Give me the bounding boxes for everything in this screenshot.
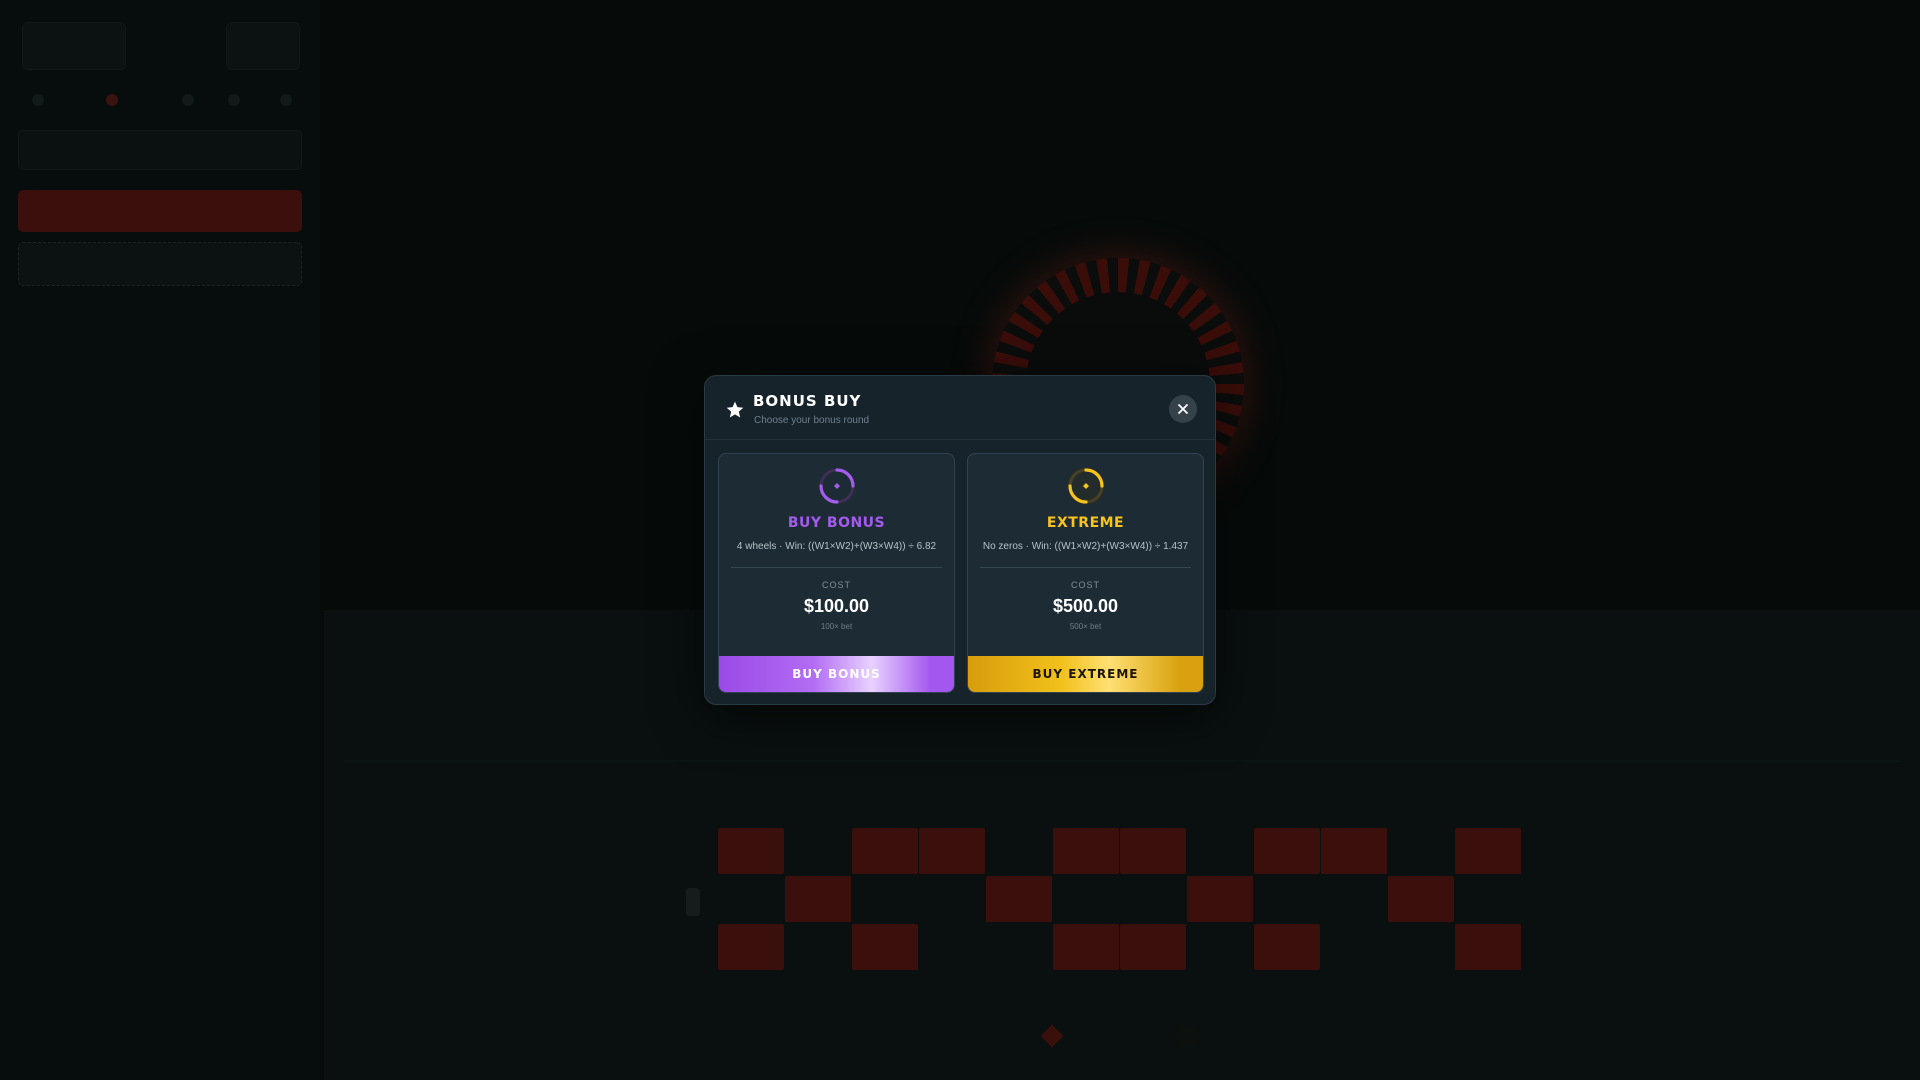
- board-cell: [1187, 924, 1253, 970]
- cost-value: $500.00: [1052, 596, 1119, 616]
- cost-multiplier: 100× bet: [820, 622, 853, 631]
- divider: [344, 760, 1900, 762]
- bonus-buy-button: [18, 190, 302, 232]
- cost-value: $100.00: [803, 596, 870, 616]
- balance-box: [22, 22, 126, 70]
- cost-multiplier: 500× bet: [1069, 622, 1102, 631]
- board-cell: [1321, 828, 1387, 874]
- card-title: BUY BONUS: [787, 515, 886, 531]
- board-cell: [1120, 876, 1186, 922]
- chip-row: [22, 90, 302, 110]
- board-cell: [1455, 876, 1521, 922]
- board-cell: [1455, 924, 1521, 970]
- board-cell: [785, 924, 851, 970]
- board-cell: [1120, 924, 1186, 970]
- board-cell: [852, 876, 918, 922]
- board-cell: [852, 924, 918, 970]
- chip: [280, 94, 292, 106]
- spin-button: [18, 130, 302, 170]
- zero-cell: [686, 888, 700, 916]
- black-bet-circle: [1176, 1026, 1198, 1048]
- board-cell: [986, 828, 1052, 874]
- board-cell: [1053, 828, 1119, 874]
- modal-header: BONUS BUY Choose your bonus round: [705, 376, 1215, 440]
- board-cell: [919, 876, 985, 922]
- cost-label: COST: [1070, 580, 1100, 590]
- close-button[interactable]: [1169, 395, 1197, 423]
- control-panel: [0, 0, 320, 1080]
- modal-subtitle: Choose your bonus round: [754, 415, 870, 426]
- buy-extreme-button[interactable]: BUY EXTREME: [968, 656, 1203, 692]
- buy-bonus-card: BUY BONUS 4 wheels · Win: ((W1×W2)+(W3×W…: [718, 453, 955, 693]
- spinner-ring-icon: [819, 468, 855, 504]
- close-icon: [1178, 404, 1188, 414]
- card-description: No zeros · Win: ((W1×W2)+(W3×W4)) ÷ 1.43…: [982, 541, 1189, 552]
- board-cell: [785, 828, 851, 874]
- autoplay-button: [18, 242, 302, 286]
- chip: [106, 94, 118, 106]
- chip: [182, 94, 194, 106]
- board-cell: [1254, 924, 1320, 970]
- board-cell: [1388, 876, 1454, 922]
- board-cell: [1388, 924, 1454, 970]
- board-cell: [1321, 924, 1387, 970]
- board-cell: [785, 876, 851, 922]
- board-cell: [919, 924, 985, 970]
- modal-title: BONUS BUY: [753, 392, 862, 410]
- card-description: 4 wheels · Win: ((W1×W2)+(W3×W4)) ÷ 6.82: [736, 541, 937, 552]
- chip: [32, 94, 44, 106]
- divider: [731, 567, 942, 568]
- cost-label: COST: [821, 580, 851, 590]
- board-cell: [1254, 828, 1320, 874]
- star-icon: [726, 401, 744, 418]
- board-cell: [1053, 924, 1119, 970]
- board-cell: [986, 924, 1052, 970]
- board-cell: [1053, 876, 1119, 922]
- buy-bonus-button[interactable]: BUY BONUS: [719, 656, 954, 692]
- board-cell: [1254, 876, 1320, 922]
- bet-box: [226, 22, 300, 70]
- board-cell: [1120, 828, 1186, 874]
- chip: [228, 94, 240, 106]
- board-cell: [718, 876, 784, 922]
- board-cell: [718, 924, 784, 970]
- board-cell: [1455, 828, 1521, 874]
- extreme-card: EXTREME No zeros · Win: ((W1×W2)+(W3×W4)…: [967, 453, 1204, 693]
- divider: [980, 567, 1191, 568]
- board-cell: [1187, 828, 1253, 874]
- board-cell: [1321, 876, 1387, 922]
- board-cell: [1187, 876, 1253, 922]
- board-cell: [718, 828, 784, 874]
- spinner-ring-icon: [1067, 467, 1105, 505]
- card-title: EXTREME: [1046, 515, 1125, 531]
- board-cell: [919, 828, 985, 874]
- board-cell: [852, 828, 918, 874]
- bonus-buy-modal: BONUS BUY Choose your bonus round BUY BO…: [704, 375, 1216, 705]
- board-cell: [986, 876, 1052, 922]
- board-cell: [1388, 828, 1454, 874]
